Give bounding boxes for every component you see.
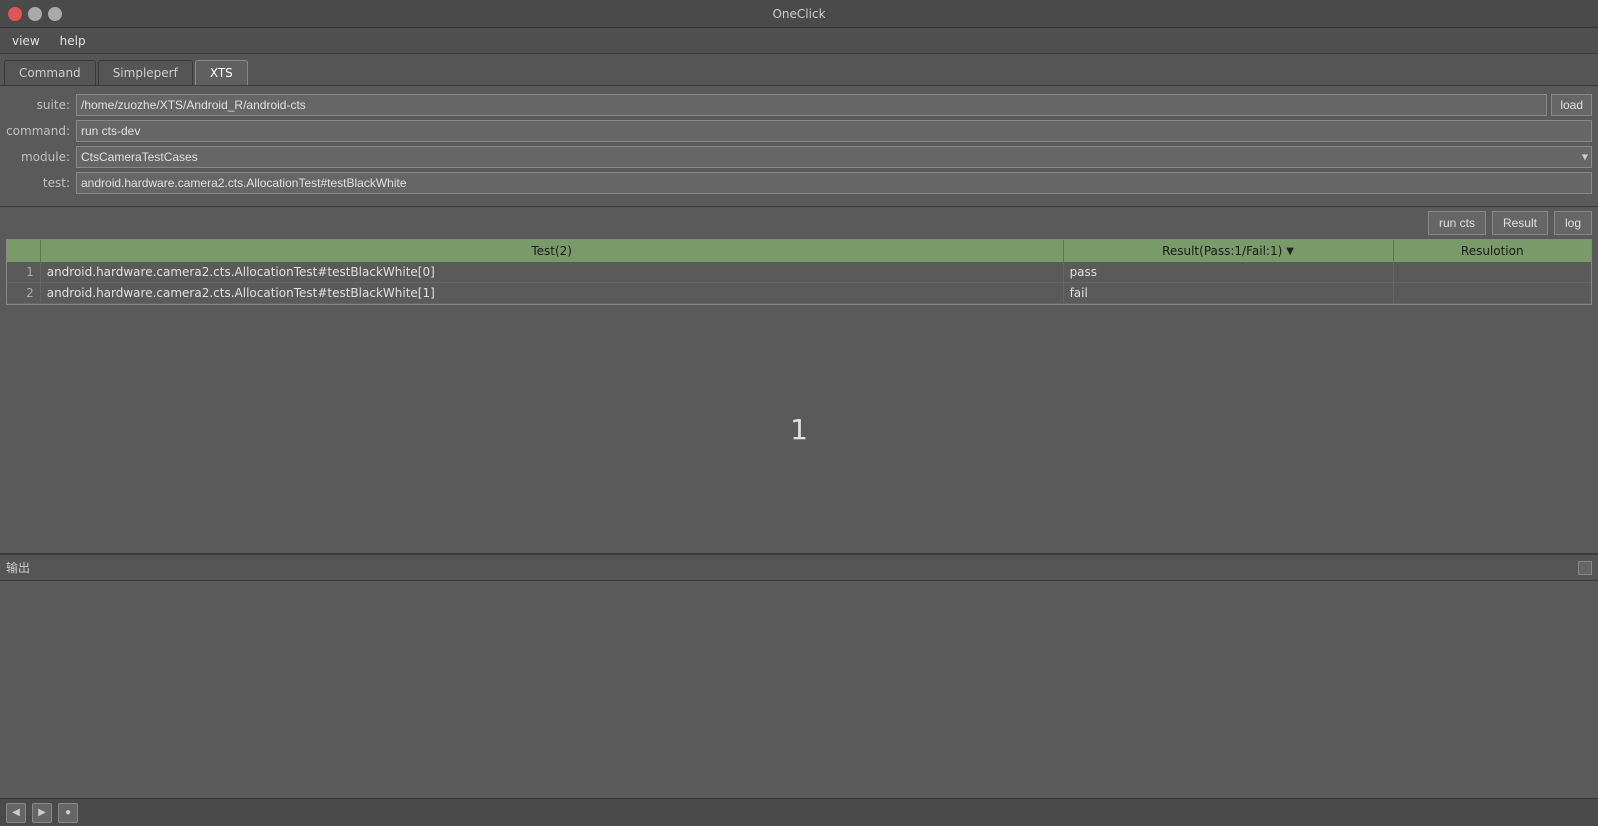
suite-row: suite: load — [6, 94, 1592, 116]
suite-label: suite: — [6, 98, 70, 112]
page-indicator: 1 — [0, 305, 1598, 553]
table-row[interactable]: 1 android.hardware.camera2.cts.Allocatio… — [7, 262, 1591, 283]
close-button[interactable] — [8, 7, 22, 21]
row-test: android.hardware.camera2.cts.AllocationT… — [40, 262, 1063, 283]
output-body — [0, 581, 1598, 798]
result-button[interactable]: Result — [1492, 211, 1548, 235]
row-result: fail — [1063, 283, 1393, 304]
status-prev-button[interactable]: ◀ — [6, 803, 26, 823]
tab-xts[interactable]: XTS — [195, 60, 248, 85]
log-button[interactable]: log — [1554, 211, 1592, 235]
col-num-header — [7, 240, 40, 262]
row-num: 2 — [7, 283, 40, 304]
suite-input[interactable] — [76, 94, 1547, 116]
output-title: 输出 — [6, 559, 30, 576]
menu-help[interactable]: help — [52, 32, 94, 50]
module-row: module: CtsCameraTestCases — [6, 146, 1592, 168]
row-result: pass — [1063, 262, 1393, 283]
maximize-button[interactable] — [48, 7, 62, 21]
tab-bar: Command Simpleperf XTS — [0, 54, 1598, 86]
main-content: suite: load command: module: CtsCameraTe… — [0, 86, 1598, 798]
row-test: android.hardware.camera2.cts.AllocationT… — [40, 283, 1063, 304]
status-bar: ◀ ▶ ● — [0, 798, 1598, 826]
window-controls — [8, 7, 62, 21]
output-header: 输出 — [0, 555, 1598, 581]
command-row: command: — [6, 120, 1592, 142]
module-label: module: — [6, 150, 70, 164]
status-next-button[interactable]: ▶ — [32, 803, 52, 823]
test-input[interactable] — [76, 172, 1592, 194]
test-table-container: Test(2) Result(Pass:1/Fail:1) ▼ Resuloti… — [6, 239, 1592, 305]
suite-input-group: load — [76, 94, 1592, 116]
col-test-header: Test(2) — [40, 240, 1063, 262]
module-select-wrapper: CtsCameraTestCases — [76, 146, 1592, 168]
row-num: 1 — [7, 262, 40, 283]
col-result-header: Result(Pass:1/Fail:1) ▼ — [1063, 240, 1393, 262]
table-row[interactable]: 2 android.hardware.camera2.cts.Allocatio… — [7, 283, 1591, 304]
window-title: OneClick — [772, 7, 825, 21]
title-bar: OneClick — [0, 0, 1598, 28]
output-section: 输出 — [0, 553, 1598, 798]
module-select[interactable]: CtsCameraTestCases — [76, 146, 1592, 168]
tab-command[interactable]: Command — [4, 60, 96, 85]
test-label: test: — [6, 176, 70, 190]
command-label: command: — [6, 124, 70, 138]
run-cts-button[interactable]: run cts — [1428, 211, 1486, 235]
col-resolution-header: Resulotion — [1393, 240, 1591, 262]
toolbar: run cts Result log — [0, 207, 1598, 239]
test-row: test: — [6, 172, 1592, 194]
output-toggle[interactable] — [1578, 561, 1592, 575]
row-resolution — [1393, 262, 1591, 283]
row-resolution — [1393, 283, 1591, 304]
form-section: suite: load command: module: CtsCameraTe… — [0, 86, 1598, 207]
center-area: Test(2) Result(Pass:1/Fail:1) ▼ Resuloti… — [0, 239, 1598, 553]
result-filter-icon[interactable]: ▼ — [1286, 246, 1294, 257]
tab-simpleperf[interactable]: Simpleperf — [98, 60, 193, 85]
status-record-button[interactable]: ● — [58, 803, 78, 823]
load-button[interactable]: load — [1551, 94, 1592, 116]
command-input[interactable] — [76, 120, 1592, 142]
menu-view[interactable]: view — [4, 32, 48, 50]
minimize-button[interactable] — [28, 7, 42, 21]
test-table: Test(2) Result(Pass:1/Fail:1) ▼ Resuloti… — [7, 240, 1591, 304]
menu-bar: view help — [0, 28, 1598, 54]
